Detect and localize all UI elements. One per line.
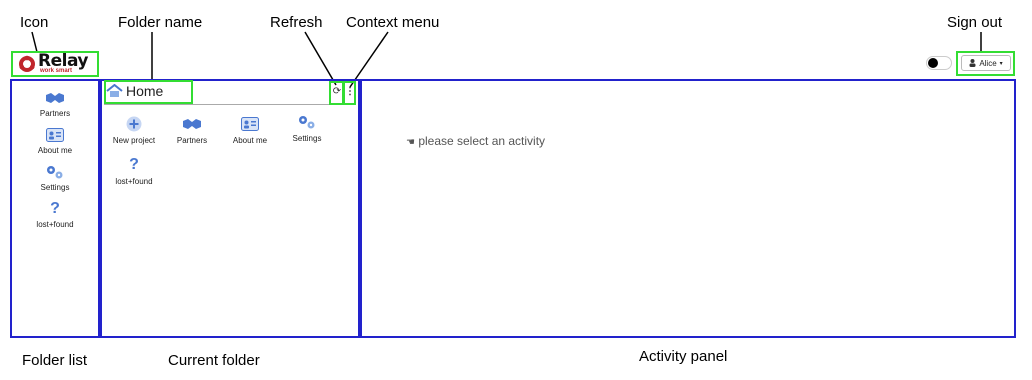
callout-current-folder: Current folder: [168, 352, 260, 369]
folder-list-label: About me: [37, 146, 73, 155]
activity-placeholder: ☚ please select an activity: [406, 134, 545, 148]
callout-folder-list: Folder list: [22, 352, 88, 369]
activity-panel: [360, 79, 1016, 338]
folder-item-lost-found[interactable]: ? lost+found: [104, 156, 164, 187]
context-menu-highlight: [343, 81, 356, 105]
folder-item-label: Partners: [176, 136, 208, 145]
pointing-hand-icon: ☚: [406, 137, 415, 148]
folder-item-about-me[interactable]: About me: [220, 116, 280, 145]
sign-out-highlight: [956, 51, 1015, 76]
folder-list-item-partners[interactable]: Partners: [12, 90, 98, 118]
refresh-highlight: [329, 81, 344, 105]
folder-list-item-settings[interactable]: Settings: [12, 164, 98, 192]
folder-item-partners[interactable]: Partners: [162, 116, 222, 145]
folder-item-label: lost+found: [115, 177, 153, 186]
gears-icon: [299, 116, 315, 129]
callout-refresh: Refresh: [270, 14, 323, 31]
folder-header-divider: [104, 104, 348, 105]
folder-item-label: New project: [112, 136, 156, 145]
gears-icon: [47, 166, 63, 179]
folder-item-label: About me: [232, 136, 268, 145]
question-icon: ?: [50, 200, 60, 217]
folder-list-label: lost+found: [36, 220, 74, 229]
folder-list-label: Settings: [40, 183, 70, 192]
theme-toggle[interactable]: [926, 56, 952, 70]
callout-icon: Icon: [20, 14, 49, 31]
plus-circle-icon: [126, 116, 142, 132]
folder-list-item-lost-found[interactable]: ? lost+found: [12, 200, 98, 230]
folder-item-label: Settings: [292, 134, 322, 143]
folder-list-item-about-me[interactable]: About me: [12, 127, 98, 155]
handshake-icon: [183, 119, 201, 129]
handshake-icon: [46, 93, 64, 103]
activity-message: please select an activity: [418, 134, 546, 148]
callout-activity-panel: Activity panel: [639, 348, 728, 365]
id-card-icon: [46, 128, 64, 142]
folder-name-highlight: [104, 80, 193, 104]
id-card-icon: [241, 117, 259, 131]
folder-list-label: Partners: [39, 109, 71, 118]
callout-folder-name: Folder name: [118, 14, 203, 31]
question-icon: ?: [129, 156, 139, 173]
folder-item-settings[interactable]: Settings: [277, 114, 337, 143]
callout-context-menu: Context menu: [346, 14, 440, 31]
folder-item-new-project[interactable]: New project: [104, 116, 164, 145]
callout-sign-out: Sign out: [947, 14, 1003, 31]
icon-highlight: [11, 51, 99, 77]
